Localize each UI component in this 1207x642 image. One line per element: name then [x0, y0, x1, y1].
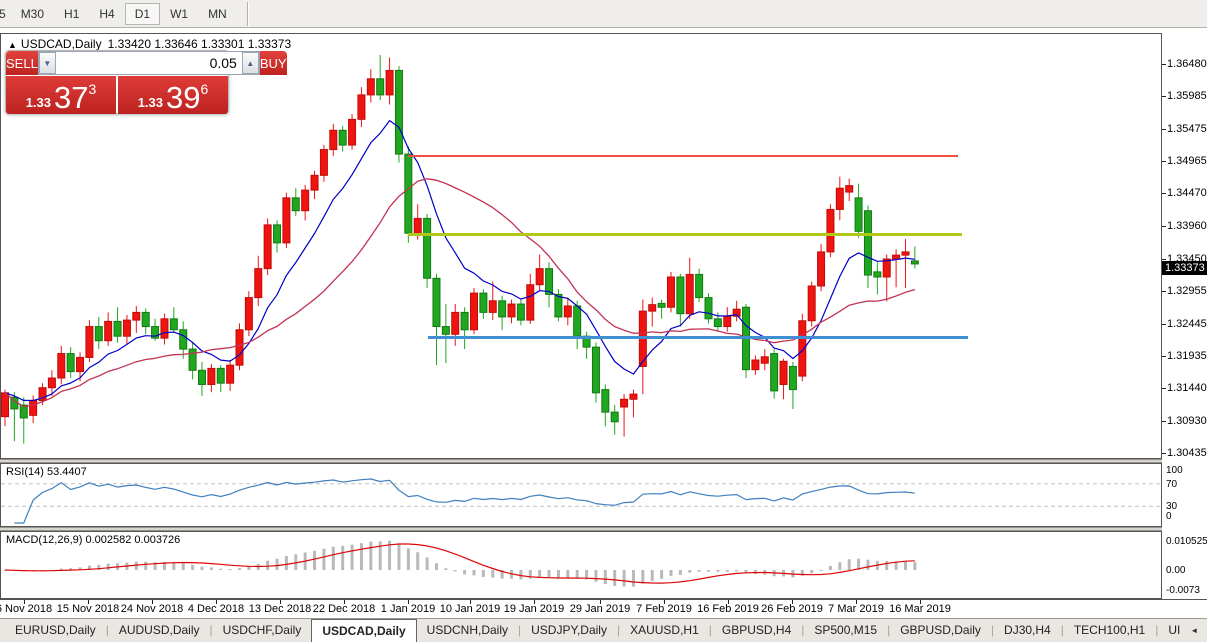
- price-axis-label: 1.30930: [1167, 415, 1207, 427]
- symbol-tab-usdcnh[interactable]: USDCNH,Daily: [417, 619, 518, 642]
- date-axis-label: 1 Jan 2019: [381, 603, 435, 615]
- price-axis-tick: [1162, 161, 1166, 162]
- toolbar-separator: [247, 2, 249, 26]
- date-axis-label: 16 Mar 2019: [889, 603, 951, 615]
- ask-price-prefix: 1.33: [138, 96, 163, 110]
- price-axis-tick: [1162, 96, 1166, 97]
- price-axis-label: 1.35985: [1167, 90, 1207, 102]
- ask-price-sup: 6: [201, 82, 209, 96]
- price-axis-tick: [1162, 259, 1166, 260]
- date-axis-label: 26 Feb 2019: [761, 603, 823, 615]
- rsi-title: RSI(14) 53.4407: [6, 466, 87, 478]
- bid-price-big: 37: [54, 85, 88, 110]
- price-axis-label: 1.34965: [1167, 155, 1207, 167]
- symbol-tab-tech100[interactable]: TECH100,H1: [1064, 619, 1155, 642]
- macd-axis-label: 0.00: [1166, 565, 1185, 576]
- symbol-tab-audusd[interactable]: AUDUSD,Daily: [109, 619, 210, 642]
- price-axis-label: 1.34470: [1167, 187, 1207, 199]
- ask-price-big: 39: [166, 85, 200, 110]
- price-axis-label: 1.32955: [1167, 285, 1207, 297]
- date-axis-label: 7 Feb 2019: [636, 603, 692, 615]
- date-axis-label: 29 Jan 2019: [570, 603, 631, 615]
- volume-stepper: ▼ ▲: [38, 51, 260, 75]
- price-axis-label: 1.30435: [1167, 447, 1207, 459]
- symbol-tab-usdchf[interactable]: USDCHF,Daily: [213, 619, 312, 642]
- rsi-axis-label: 70: [1166, 479, 1177, 490]
- date-axis-label: 19 Jan 2019: [504, 603, 565, 615]
- price-axis-label: 1.31935: [1167, 350, 1207, 362]
- macd-axis-label: 0.010525: [1166, 536, 1207, 547]
- symbol-tab-xauusd[interactable]: XAUUSD,H1: [620, 619, 709, 642]
- price-axis-label: 1.32445: [1167, 318, 1207, 330]
- date-axis-label: 16 Feb 2019: [697, 603, 759, 615]
- timeframe-button-w1[interactable]: W1: [160, 3, 198, 25]
- bid-price-prefix: 1.33: [26, 96, 51, 110]
- volume-increase-button[interactable]: ▲: [242, 52, 259, 74]
- price-axis-tick: [1162, 64, 1166, 65]
- price-axis-tick: [1162, 388, 1166, 389]
- date-axis-label: 22 Dec 2018: [313, 603, 375, 615]
- sell-button[interactable]: SELL: [6, 51, 38, 75]
- rsi-axis-label: 0: [1166, 511, 1172, 522]
- bid-price-sup: 3: [89, 82, 97, 96]
- tab-scroll-left-icon[interactable]: ◄: [1190, 626, 1198, 635]
- date-axis-label: 6 Nov 2018: [0, 603, 52, 615]
- symbol-tab-usdcad[interactable]: USDCAD,Daily: [311, 619, 416, 642]
- date-axis-label: 4 Dec 2018: [188, 603, 244, 615]
- chart-title: ▲ USDCAD,Daily 1.33420 1.33646 1.33301 1.3…: [8, 37, 291, 51]
- date-axis-label: 15 Nov 2018: [57, 603, 119, 615]
- price-axis-tick: [1162, 193, 1166, 194]
- symbol-tab-usdjpy[interactable]: USDJPY,Daily: [521, 619, 617, 642]
- symbol-tab-sp500[interactable]: SP500,M15: [804, 619, 887, 642]
- price-axis-tick: [1162, 291, 1166, 292]
- rsi-pane[interactable]: [0, 463, 1162, 527]
- collapse-triangle-icon[interactable]: ▲: [8, 40, 17, 50]
- tab-scroll-arrows: ◄►: [1190, 619, 1207, 642]
- symbol-tab-ui[interactable]: UI: [1158, 619, 1190, 642]
- chart-ohlc-values: 1.33420 1.33646 1.33301 1.33373: [108, 37, 292, 51]
- price-axis-tick: [1162, 356, 1166, 357]
- date-axis-label: 13 Dec 2018: [249, 603, 311, 615]
- price-axis-label: 1.31440: [1167, 382, 1207, 394]
- current-price-badge: 1.33373: [1162, 261, 1207, 275]
- symbol-tabbar: EURUSD,Daily|AUDUSD,Daily|USDCHF,DailyUS…: [0, 618, 1207, 642]
- timeframe-button-mn[interactable]: MN: [198, 3, 237, 25]
- timeframe-button-m30[interactable]: M30: [11, 3, 54, 25]
- buy-button[interactable]: BUY: [260, 51, 287, 75]
- timeframe-button-d1[interactable]: D1: [125, 3, 160, 25]
- volume-input[interactable]: [56, 52, 242, 74]
- volume-decrease-button[interactable]: ▼: [39, 52, 56, 74]
- price-axis-tick: [1162, 226, 1166, 227]
- ask-price-box[interactable]: 1.33396: [118, 76, 228, 114]
- price-axis-label: 1.36480: [1167, 58, 1207, 70]
- rsi-axis-label: 100: [1166, 465, 1183, 476]
- symbol-tab-eurusd[interactable]: EURUSD,Daily: [5, 619, 106, 642]
- date-axis-label: 24 Nov 2018: [121, 603, 183, 615]
- bid-price-box[interactable]: 1.33373: [6, 76, 116, 114]
- macd-axis-label: -0.0073: [1166, 585, 1200, 596]
- mt4-window: 5M30H1H4D1W1MN ▲ USDCAD,Daily 1.33420 1.33…: [0, 0, 1207, 642]
- timeframe-button-5[interactable]: 5: [0, 3, 11, 25]
- price-axis-tick: [1162, 324, 1166, 325]
- chart-symbol-label: USDCAD,Daily: [21, 37, 102, 51]
- symbol-tab-gbpusd[interactable]: GBPUSD,H4: [712, 619, 801, 642]
- price-axis-label: 1.35475: [1167, 123, 1207, 135]
- date-axis-label: 10 Jan 2019: [440, 603, 501, 615]
- timeframe-toolbar: 5M30H1H4D1W1MN: [0, 0, 1207, 28]
- timeframe-button-h4[interactable]: H4: [89, 3, 124, 25]
- symbol-tab-dj30[interactable]: DJ30,H4: [994, 619, 1061, 642]
- one-click-trading-panel: SELL ▼ ▲ BUY 1.33373 1.33396: [5, 50, 229, 114]
- price-axis-tick: [1162, 453, 1166, 454]
- symbol-tab-gbpusd[interactable]: GBPUSD,Daily: [890, 619, 991, 642]
- macd-title: MACD(12,26,9) 0.002582 0.003726: [6, 534, 180, 546]
- price-axis-label: 1.33960: [1167, 220, 1207, 232]
- timeframe-button-h1[interactable]: H1: [54, 3, 89, 25]
- price-axis-tick: [1162, 129, 1166, 130]
- price-axis-tick: [1162, 421, 1166, 422]
- date-axis-label: 7 Mar 2019: [828, 603, 884, 615]
